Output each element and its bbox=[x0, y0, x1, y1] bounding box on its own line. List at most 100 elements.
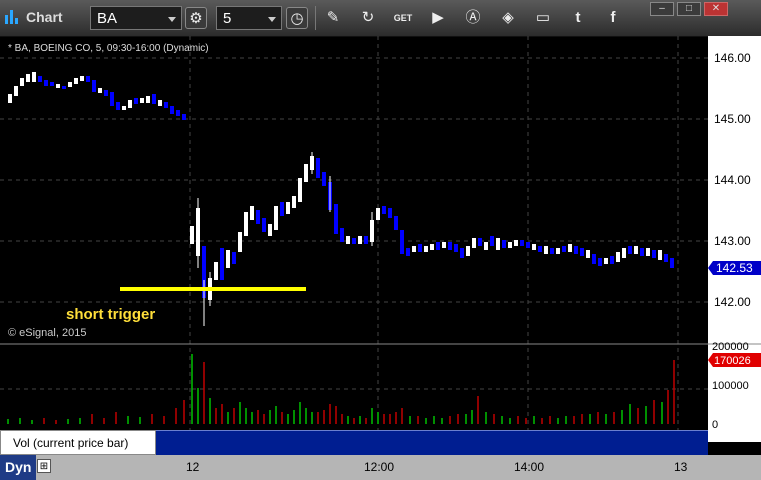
toolbar-divider bbox=[315, 6, 316, 30]
candle bbox=[400, 230, 404, 254]
comment-icon[interactable]: ▭ bbox=[532, 7, 554, 29]
candle bbox=[146, 96, 150, 103]
candle bbox=[430, 244, 434, 250]
candle bbox=[176, 110, 180, 116]
candle bbox=[214, 262, 218, 280]
facebook-icon[interactable]: f bbox=[602, 7, 624, 29]
clock-icon[interactable]: ◷ bbox=[286, 7, 308, 29]
a-icon[interactable]: Ⓐ bbox=[462, 7, 484, 29]
candle bbox=[232, 252, 236, 264]
candle bbox=[238, 232, 242, 252]
candle bbox=[250, 206, 254, 220]
candle bbox=[496, 238, 500, 250]
minimize-button[interactable]: – bbox=[650, 2, 674, 16]
price-tick: 144.00 bbox=[714, 173, 751, 187]
dynamic-button[interactable]: Dyn bbox=[0, 455, 36, 480]
candle bbox=[394, 216, 398, 230]
candle bbox=[56, 84, 60, 88]
candle bbox=[268, 224, 272, 236]
candle bbox=[20, 78, 24, 86]
price-axis[interactable]: 146.00 145.00 144.00 143.00 142.00 142.5… bbox=[708, 36, 761, 442]
candle bbox=[484, 242, 488, 250]
candle bbox=[152, 94, 156, 104]
candle bbox=[68, 82, 72, 87]
chart-app-icon bbox=[5, 10, 18, 24]
volume-study-label[interactable]: Vol (current price bar) bbox=[0, 430, 156, 455]
pencil-icon[interactable]: ✎ bbox=[322, 7, 344, 29]
candle bbox=[244, 212, 248, 236]
volume-tick: 100000 bbox=[712, 380, 749, 392]
candle bbox=[664, 254, 668, 262]
candle bbox=[580, 248, 584, 256]
interval-input[interactable]: 5 bbox=[216, 6, 282, 30]
candle bbox=[226, 250, 230, 268]
price-tick: 142.00 bbox=[714, 295, 751, 309]
short-trigger-label: short trigger bbox=[66, 306, 156, 323]
close-button[interactable]: ✕ bbox=[704, 2, 728, 16]
chart-canvas[interactable] bbox=[0, 36, 708, 442]
last-price: 142.53 bbox=[716, 261, 753, 275]
candle bbox=[322, 172, 326, 186]
candle bbox=[646, 248, 650, 256]
get-icon[interactable]: GET bbox=[392, 7, 414, 29]
candle bbox=[190, 226, 194, 244]
candle bbox=[262, 218, 266, 232]
tag-icon[interactable]: ◈ bbox=[497, 7, 519, 29]
candle bbox=[532, 244, 536, 250]
candle bbox=[454, 244, 458, 252]
price-chart[interactable] bbox=[0, 36, 708, 442]
chevron-down-icon[interactable] bbox=[168, 17, 176, 22]
candle bbox=[586, 250, 590, 258]
candle bbox=[616, 252, 620, 262]
gear-icon[interactable]: ⚙ bbox=[185, 7, 207, 29]
refresh-icon[interactable]: ↻ bbox=[357, 7, 379, 29]
candle bbox=[44, 80, 48, 86]
time-tick: 14:00 bbox=[514, 460, 545, 474]
candle bbox=[412, 246, 416, 252]
candle bbox=[424, 246, 428, 252]
candle bbox=[592, 254, 596, 264]
candle bbox=[634, 246, 638, 254]
candle bbox=[562, 246, 566, 252]
candlestick-series bbox=[8, 72, 674, 326]
time-tick: 13 bbox=[674, 460, 688, 474]
study-panel[interactable] bbox=[156, 430, 708, 455]
fit-icon[interactable]: ⊞ bbox=[37, 459, 51, 473]
candle bbox=[652, 250, 656, 258]
candle bbox=[460, 248, 464, 258]
twitter-icon[interactable]: t bbox=[567, 7, 589, 29]
price-tick: 143.00 bbox=[714, 234, 751, 248]
play-icon[interactable]: ▶ bbox=[427, 7, 449, 29]
candle bbox=[122, 106, 126, 110]
time-tick: 12 bbox=[186, 460, 200, 474]
close-icon[interactable]: × bbox=[144, 430, 150, 441]
chevron-down-icon[interactable] bbox=[268, 17, 276, 22]
candle bbox=[346, 236, 350, 244]
candle bbox=[364, 236, 368, 244]
volume-tick: 0 bbox=[712, 419, 718, 431]
watermark: © eSignal, 2015 bbox=[8, 327, 87, 339]
candle bbox=[358, 236, 362, 244]
candle bbox=[8, 94, 12, 103]
candle bbox=[134, 98, 138, 104]
candle bbox=[538, 246, 542, 252]
toolbar: Chart BA ⚙ 5 ◷ ✎ ↻ GET ▶ Ⓐ ◈ ▭ t f – □ ✕ bbox=[0, 0, 761, 37]
window-title: Chart bbox=[26, 9, 63, 25]
candle bbox=[104, 90, 108, 96]
candle bbox=[544, 246, 548, 254]
candle bbox=[598, 258, 602, 266]
candle bbox=[62, 86, 66, 89]
candle bbox=[74, 78, 78, 84]
symbol-input[interactable]: BA bbox=[90, 6, 182, 30]
candle bbox=[98, 88, 102, 93]
maximize-button[interactable]: □ bbox=[677, 2, 701, 16]
candle bbox=[38, 76, 42, 82]
candle bbox=[182, 114, 186, 120]
candle bbox=[170, 106, 174, 114]
candle bbox=[140, 98, 144, 103]
candle bbox=[658, 250, 662, 260]
candle bbox=[388, 208, 392, 218]
candle bbox=[406, 248, 410, 256]
interval-value: 5 bbox=[223, 10, 232, 27]
candle bbox=[574, 246, 578, 254]
